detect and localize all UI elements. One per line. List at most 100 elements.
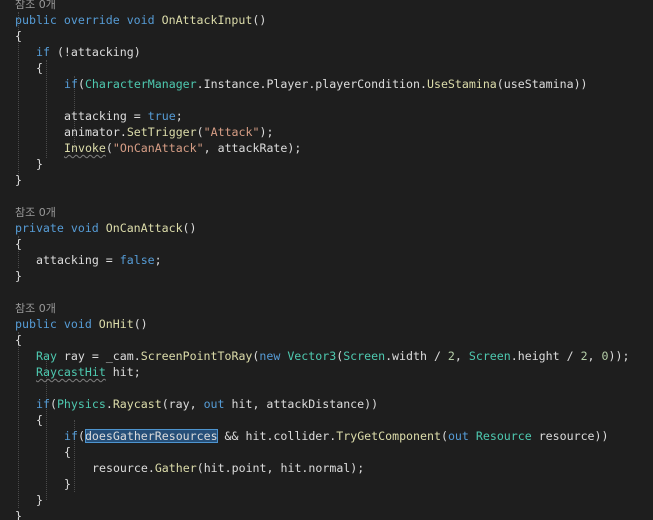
code-token: out [203, 397, 225, 411]
code-line[interactable]: { [64, 444, 71, 460]
code-line[interactable]: } [15, 268, 22, 284]
code-token: hit; [105, 365, 141, 379]
code-token: SetTrigger [126, 125, 197, 139]
code-line[interactable]: Ray ray = _cam.ScreenPointToRay(new Vect… [36, 348, 629, 364]
code-token: Resource [475, 429, 532, 443]
code-token: void [126, 13, 155, 27]
code-line[interactable]: { [36, 412, 43, 428]
code-token: } [64, 477, 71, 491]
code-line[interactable]: resource.Gather(hit.point, hit.normal); [92, 460, 364, 476]
code-token: { [36, 413, 43, 427]
code-token: ( [49, 397, 57, 411]
code-line[interactable]: 참조 0개 [15, 300, 56, 316]
code-token: true [147, 109, 176, 123]
code-token: if [64, 429, 78, 443]
reference-count-lens[interactable]: 참조 0개 [15, 302, 56, 315]
code-token: () [182, 221, 197, 235]
code-token: , [587, 349, 602, 363]
code-token: (!attacking) [49, 45, 141, 59]
code-token: RaycastHit [36, 365, 106, 379]
code-line[interactable]: { [15, 332, 22, 348]
code-token: ray = _cam. [56, 349, 141, 363]
code-line[interactable]: attacking = false; [36, 252, 162, 268]
code-token: TryGetComponent [336, 429, 441, 443]
code-line[interactable]: if(CharacterManager.Instance.Player.play… [64, 76, 588, 92]
code-line[interactable]: } [15, 508, 22, 520]
code-line[interactable]: { [15, 236, 22, 252]
code-line[interactable]: RaycastHit hit; [36, 364, 141, 380]
code-token: 2 [580, 349, 588, 363]
code-line[interactable]: if (!attacking) [36, 44, 141, 60]
code-token: 2 [447, 349, 455, 363]
code-token: { [15, 237, 22, 251]
code-token: void [63, 317, 92, 331]
code-line[interactable]: public void OnHit() [15, 316, 148, 332]
code-token: } [15, 269, 22, 283]
code-token: CharacterManager [84, 77, 197, 91]
code-token: ( [196, 125, 204, 139]
code-editor[interactable]: 참조 0개 public override void OnAttackInput(… [0, 0, 653, 520]
code-line[interactable]: 참조 0개 [15, 204, 56, 220]
code-token: } [36, 493, 43, 507]
code-token: attacking = [64, 109, 148, 123]
code-line[interactable]: if(Physics.Raycast(ray, out hit, attackD… [36, 396, 378, 412]
code-line[interactable]: attacking = true; [64, 108, 183, 124]
code-token: Screen [343, 349, 386, 363]
code-token: ( [77, 77, 85, 91]
code-token: )); [608, 349, 630, 363]
code-token: .height / [510, 349, 581, 363]
code-token: UseStamina [426, 77, 497, 91]
code-token: if [36, 45, 50, 59]
indent-guide [46, 60, 47, 158]
code-line[interactable]: 참조 0개 [15, 0, 56, 12]
code-token: 0 [601, 349, 609, 363]
code-token: { [36, 61, 43, 75]
code-line[interactable]: { [15, 28, 22, 44]
code-token: Invoke [64, 141, 106, 155]
code-token: () [133, 317, 148, 331]
code-line[interactable]: public override void OnAttackInput() [15, 12, 266, 28]
code-token: && hit.collider. [217, 429, 337, 443]
code-token: doesGatherResources [84, 429, 218, 443]
code-token: animator. [64, 125, 127, 139]
code-token: override [63, 13, 120, 27]
code-token: ( [77, 429, 85, 443]
indent-guide [18, 332, 19, 508]
code-line[interactable]: Invoke("OnCanAttack", attackRate); [64, 140, 301, 156]
code-token: resource. [92, 461, 155, 475]
code-token: { [15, 29, 22, 43]
code-line[interactable]: animator.SetTrigger("Attack"); [64, 124, 273, 140]
code-line[interactable]: private void OnCanAttack() [15, 220, 197, 236]
code-line[interactable]: { [36, 60, 43, 76]
code-line[interactable]: } [15, 172, 22, 188]
code-token: OnHit [98, 317, 134, 331]
code-token: ; [175, 109, 183, 123]
code-token: public [15, 13, 57, 27]
code-token: out [447, 429, 469, 443]
code-line[interactable]: } [36, 492, 43, 508]
code-token: resource)) [531, 429, 609, 443]
code-token: Vector3 [287, 349, 337, 363]
code-token: ); [259, 125, 274, 139]
code-token: , [454, 349, 469, 363]
code-token: , attackRate); [203, 141, 302, 155]
code-token: { [64, 445, 71, 459]
code-line[interactable]: if(doesGatherResources && hit.collider.T… [64, 428, 609, 444]
code-token: new [259, 349, 281, 363]
code-line[interactable]: } [64, 476, 71, 492]
code-token: Screen [468, 349, 511, 363]
reference-count-lens[interactable]: 참조 0개 [15, 0, 56, 11]
code-token: (useStamina)) [496, 77, 588, 91]
reference-count-lens[interactable]: 참조 0개 [15, 206, 56, 219]
code-token: attacking = [36, 253, 120, 267]
code-token: "Attack" [203, 125, 260, 139]
code-line[interactable]: } [36, 156, 43, 172]
code-token: } [15, 173, 22, 187]
